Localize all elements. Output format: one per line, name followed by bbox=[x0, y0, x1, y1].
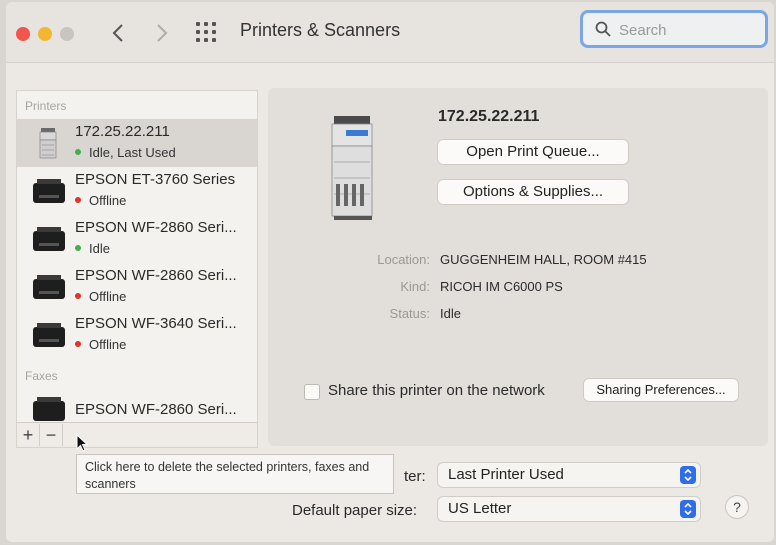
printer-status-text: Offline bbox=[89, 289, 127, 304]
share-printer-label: Share this printer on the network bbox=[328, 382, 545, 399]
printers-section-label: Printers bbox=[25, 99, 67, 113]
faxes-section-label: Faxes bbox=[25, 369, 58, 383]
open-print-queue-button[interactable]: Open Print Queue... bbox=[438, 140, 628, 164]
mouse-cursor-icon bbox=[76, 434, 88, 452]
printer-status: Offline bbox=[75, 337, 126, 352]
printer-name: EPSON WF-3640 Seri... bbox=[75, 315, 237, 332]
status-dot-icon bbox=[75, 149, 81, 155]
default-printer-label: ter: bbox=[404, 468, 426, 485]
status-dot-icon bbox=[75, 341, 81, 347]
list-footer: + − bbox=[17, 422, 257, 447]
add-printer-button[interactable]: + bbox=[17, 424, 40, 446]
printer-name: 172.25.22.211 bbox=[75, 123, 170, 140]
chevron-left-icon bbox=[112, 24, 123, 42]
printer-status: Offline bbox=[75, 289, 126, 304]
printer-status-text: Idle bbox=[89, 241, 110, 256]
default-printer-value: Last Printer Used bbox=[448, 466, 564, 483]
kind-value: RICOH IM C6000 PS bbox=[440, 279, 563, 294]
printer-detail-pane: 172.25.22.211 Open Print Queue... Option… bbox=[268, 88, 768, 446]
search-field[interactable] bbox=[580, 10, 768, 48]
printer-item[interactable]: EPSON WF-2860 Seri... Idle bbox=[17, 215, 257, 263]
printer-status: Idle, Last Used bbox=[75, 145, 176, 160]
status-label: Status: bbox=[389, 306, 430, 321]
printer-name: EPSON ET-3760 Series bbox=[75, 171, 236, 188]
minimize-button[interactable] bbox=[38, 27, 52, 41]
location-label: Location: bbox=[377, 252, 430, 267]
zoom-button[interactable] bbox=[60, 27, 74, 41]
printer-status-text: Idle, Last Used bbox=[89, 145, 176, 160]
options-supplies-button[interactable]: Options & Supplies... bbox=[438, 180, 628, 204]
inkjet-printer-icon bbox=[33, 227, 65, 251]
search-icon bbox=[595, 21, 611, 37]
forward-button[interactable] bbox=[150, 19, 174, 47]
inkjet-printer-icon bbox=[33, 323, 65, 347]
printer-status: Offline bbox=[75, 193, 126, 208]
chevron-right-icon bbox=[157, 24, 168, 42]
fax-name: EPSON WF-2860 Seri... bbox=[75, 401, 237, 418]
remove-tooltip: Click here to delete the selected printe… bbox=[76, 454, 394, 494]
back-button[interactable] bbox=[106, 19, 130, 47]
fax-item[interactable]: EPSON WF-2860 Seri... bbox=[17, 389, 257, 423]
status-dot-icon bbox=[75, 245, 81, 251]
inkjet-printer-icon bbox=[33, 275, 65, 299]
show-all-grid-button[interactable] bbox=[196, 22, 220, 44]
status-dot-icon bbox=[75, 197, 81, 203]
printers-scanners-window: Printers & Scanners Printers 172.25.22.2… bbox=[6, 2, 774, 542]
copier-printer-icon bbox=[39, 128, 57, 159]
printer-item[interactable]: EPSON WF-2860 Seri... Offline bbox=[17, 263, 257, 311]
help-button[interactable]: ? bbox=[726, 496, 748, 518]
location-value: GUGGENHEIM HALL, ROOM #415 bbox=[440, 252, 647, 267]
share-printer-checkbox[interactable] bbox=[304, 384, 320, 400]
select-arrows-icon bbox=[680, 466, 696, 484]
printer-status-text: Offline bbox=[89, 337, 127, 352]
close-button[interactable] bbox=[16, 27, 30, 41]
printer-item[interactable]: 172.25.22.211 Idle, Last Used bbox=[17, 119, 257, 167]
remove-printer-button[interactable]: − bbox=[40, 424, 63, 446]
printer-name: EPSON WF-2860 Seri... bbox=[75, 219, 237, 236]
printer-status: Idle bbox=[75, 241, 110, 256]
printer-status-text: Offline bbox=[89, 193, 127, 208]
titlebar: Printers & Scanners bbox=[6, 2, 774, 63]
selected-printer-title: 172.25.22.211 bbox=[438, 108, 540, 125]
printer-list: Printers 172.25.22.211 Idle, Last Used E… bbox=[16, 90, 258, 448]
default-printer-select[interactable]: Last Printer Used bbox=[438, 463, 700, 487]
paper-size-select[interactable]: US Letter bbox=[438, 497, 700, 521]
printer-item[interactable]: EPSON WF-3640 Seri... Offline bbox=[17, 311, 257, 359]
paper-size-label: Default paper size: bbox=[292, 502, 418, 519]
copier-printer-icon bbox=[331, 116, 373, 220]
kind-label: Kind: bbox=[400, 279, 430, 294]
search-input[interactable] bbox=[617, 19, 761, 41]
select-arrows-icon bbox=[680, 500, 696, 518]
status-dot-icon bbox=[75, 293, 81, 299]
paper-size-value: US Letter bbox=[448, 500, 512, 517]
fax-printer-icon bbox=[33, 397, 65, 421]
printer-name: EPSON WF-2860 Seri... bbox=[75, 267, 237, 284]
sharing-preferences-button[interactable]: Sharing Preferences... bbox=[584, 379, 738, 401]
window-title: Printers & Scanners bbox=[240, 20, 401, 40]
inkjet-printer-icon bbox=[33, 179, 65, 203]
printer-item[interactable]: EPSON ET-3760 Series Offline bbox=[17, 167, 257, 215]
status-value: Idle bbox=[440, 306, 461, 321]
